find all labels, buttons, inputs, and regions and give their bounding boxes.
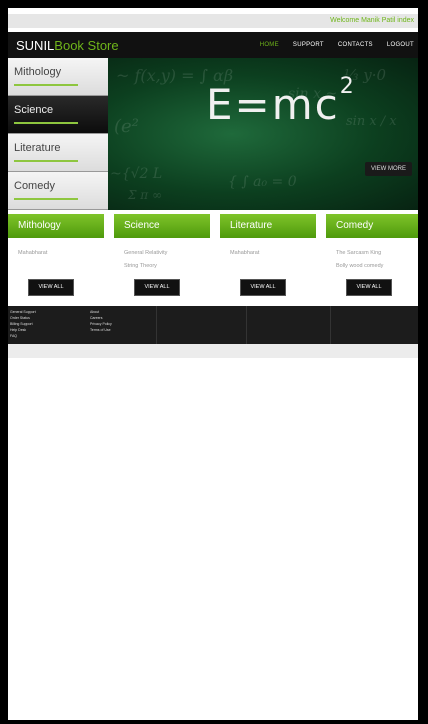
- logo-text-main: SUNIL: [16, 38, 55, 53]
- category-box-title[interactable]: Literature: [220, 214, 316, 238]
- sidebar-item-mithology[interactable]: Mithology: [8, 58, 108, 96]
- footer-bottom-strip: [8, 344, 418, 358]
- sidebar-item-underline: [14, 160, 78, 162]
- chalk-scribble: (e²: [114, 116, 139, 137]
- nav-support[interactable]: SUPPORT: [293, 42, 324, 48]
- nav-contacts[interactable]: CONTACTS: [338, 42, 373, 48]
- category-box-literature: Literature Mahabharat VIEW ALL: [220, 214, 316, 306]
- sidebar-item-underline: [14, 198, 78, 200]
- view-all-button[interactable]: VIEW ALL: [346, 279, 392, 296]
- view-all-button[interactable]: VIEW ALL: [28, 279, 74, 296]
- sidebar-item-label: Comedy: [14, 180, 55, 192]
- footer-link[interactable]: FAQ: [10, 333, 36, 339]
- sidebar-item-underline: [14, 122, 78, 124]
- welcome-text: Welcome Manik Patil index: [330, 17, 414, 24]
- category-box-title[interactable]: Mithology: [8, 214, 104, 238]
- chalk-scribble: { ∫ a₀ = 0: [228, 174, 297, 190]
- category-book-link[interactable]: Mahabharat: [220, 250, 316, 256]
- footer-divider: [330, 306, 331, 344]
- hero-formula-main: E=mc: [206, 80, 340, 129]
- category-boxes: Mithology Mahabharat VIEW ALL Science Ge…: [8, 214, 418, 306]
- category-box-science: Science General Relativity String Theory…: [114, 214, 210, 306]
- page: Welcome Manik Patil index SUNILBook Stor…: [8, 8, 418, 720]
- header: SUNILBook Store HOME SUPPORT CONTACTS LO…: [8, 32, 418, 58]
- chalk-scribble: Σ π ∞: [128, 188, 162, 202]
- nav-logout[interactable]: LOGOUT: [387, 42, 414, 48]
- footer-divider: [246, 306, 247, 344]
- category-sidebar: Mithology Science Literature Comedy: [8, 58, 108, 210]
- category-book-link[interactable]: Mahabharat: [8, 250, 104, 256]
- footer-link[interactable]: Terms of Use: [90, 327, 112, 333]
- sidebar-item-underline: [14, 84, 78, 86]
- hero-formula-exponent: 2: [339, 74, 356, 99]
- footer: General Support Order Status Billing Sup…: [8, 306, 418, 344]
- chalk-scribble: ~{√2 L: [110, 166, 163, 182]
- sidebar-item-label: Science: [14, 104, 54, 116]
- welcome-bar: Welcome Manik Patil index: [8, 14, 418, 28]
- category-book-link[interactable]: The Sarcasm King: [326, 250, 418, 256]
- main-nav: HOME SUPPORT CONTACTS LOGOUT: [260, 42, 414, 48]
- view-more-button[interactable]: VIEW MORE: [365, 162, 413, 176]
- footer-links-about: About Careers Privacy Policy Terms of Us…: [90, 309, 112, 333]
- hero-banner: ~ f(x,y) = ∫ αβ sin x ~ ⅓ y·0 (e² sin x …: [108, 58, 418, 210]
- view-all-button[interactable]: VIEW ALL: [240, 279, 286, 296]
- sidebar-item-science[interactable]: Science: [8, 96, 108, 134]
- category-box-title[interactable]: Science: [114, 214, 210, 238]
- category-box-comedy: Comedy The Sarcasm King Bolly wood comed…: [326, 214, 418, 306]
- site-logo[interactable]: SUNILBook Store: [16, 38, 119, 53]
- category-box-title[interactable]: Comedy: [326, 214, 418, 238]
- sidebar-item-comedy[interactable]: Comedy: [8, 172, 108, 210]
- view-all-button[interactable]: VIEW ALL: [134, 279, 180, 296]
- sidebar-item-label: Mithology: [14, 66, 62, 78]
- sidebar-item-label: Literature: [14, 142, 61, 154]
- footer-divider: [156, 306, 157, 344]
- hero-formula: E=mc2: [206, 74, 356, 129]
- footer-links-support: General Support Order Status Billing Sup…: [10, 309, 36, 339]
- category-book-link[interactable]: General Relativity: [114, 250, 210, 256]
- category-box-mithology: Mithology Mahabharat VIEW ALL: [8, 214, 104, 306]
- sidebar-item-literature[interactable]: Literature: [8, 134, 108, 172]
- logo-text-accent: Book Store: [54, 38, 119, 53]
- category-book-link[interactable]: Bolly wood comedy: [326, 263, 418, 269]
- category-book-link[interactable]: String Theory: [114, 263, 210, 269]
- nav-home[interactable]: HOME: [260, 42, 279, 48]
